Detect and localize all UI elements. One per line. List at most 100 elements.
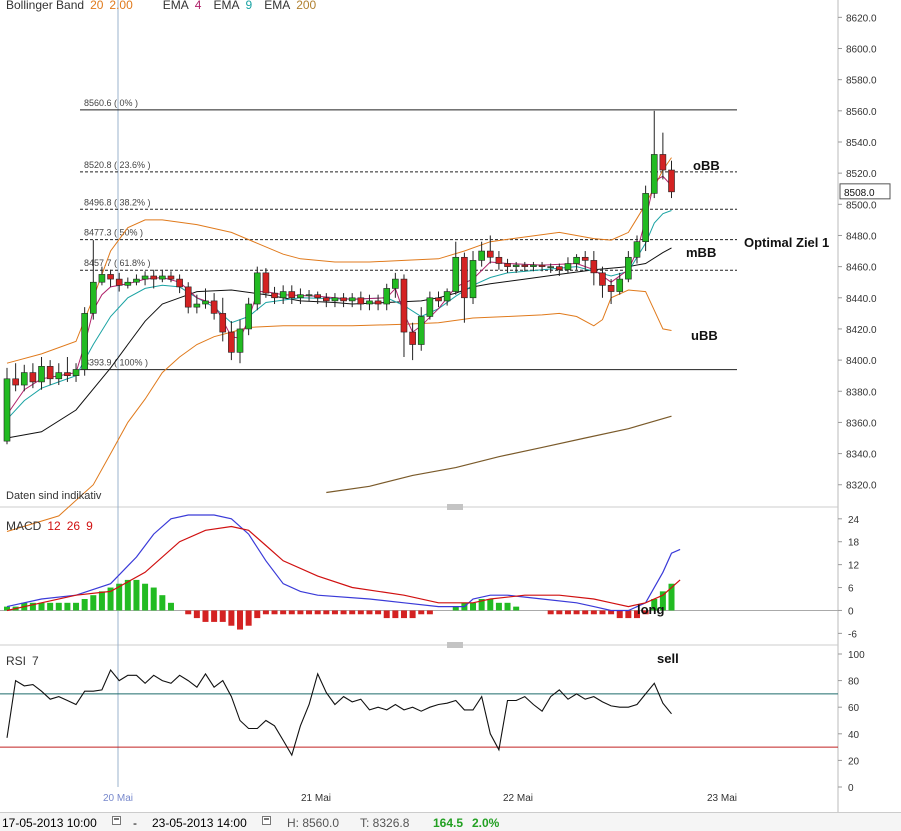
ema3-value: 200 [296,0,317,12]
ema9-line [6,210,672,420]
candle-body [547,266,554,268]
low-value: T: 8326.8 [360,816,410,830]
candle-body [538,264,546,267]
bollinger-lower-line [6,289,672,532]
macd-y-tick-label: 0 [848,606,854,617]
macd-histogram-bar [280,610,287,615]
candle-body [38,366,45,383]
macd-histogram-bar [73,602,80,611]
y-tick-label: 8620.0 [846,13,877,24]
candle-body [271,292,278,299]
bollinger-upper-line [6,157,672,364]
macd-histogram-bar [237,610,244,630]
macd-histogram-bar [202,610,209,622]
calendar-from-icon[interactable] [112,816,121,825]
range-from[interactable]: 17-05-2013 10:00 [2,816,97,830]
candle-body [348,297,356,302]
rsi-period: 7 [32,654,39,668]
candle-body [245,303,252,330]
macd-histogram-bar [495,602,502,611]
candle-body [20,372,28,386]
footer-bar: 17-05-2013 10:00 - 23-05-2013 14:00 H: 8… [0,812,901,831]
macd-histogram-bar [167,602,174,611]
macd-slow: 26 [66,519,81,533]
calendar-to-icon[interactable] [262,816,271,825]
candle-body [599,272,606,286]
candle-body [193,303,201,308]
candle-body [556,266,563,271]
candle-body [366,300,373,305]
macd-histogram-bar [219,610,226,622]
rsi-line [6,668,672,757]
candle-body [202,300,209,305]
macd-histogram-bar [392,610,399,619]
macd-histogram-bar [90,595,97,611]
candle-body [504,263,511,267]
macd-histogram-bar [564,610,571,615]
candle-body [417,316,425,345]
candle-body [331,297,339,302]
candle-body [400,278,408,333]
candle-body [107,274,114,280]
macd-histogram-bar [297,610,304,615]
macd-legend: MACD 12 26 9 [6,519,99,533]
y-tick-label: 8480.0 [846,231,877,242]
x-tick-label: 22 Mai [503,793,533,804]
macd-histogram-bar [340,610,347,615]
candle-body [98,274,106,283]
range-to[interactable]: 23-05-2013 14:00 [152,816,247,830]
macd-histogram-bar [211,610,218,622]
candle-body [323,297,330,302]
ubb-annotation: uBB [691,328,718,343]
macd-histogram-bar [590,610,597,615]
x-tick-label: 21 Mai [301,793,331,804]
macd-histogram-bar [573,610,580,615]
candle-body [314,294,321,299]
candle-body [392,278,399,289]
last-price-label: 8508.0 [844,188,875,199]
candle-body [616,278,624,292]
y-tick-label: 8380.0 [846,387,877,398]
ema200-line [326,415,672,494]
fib-level-label: 8477.3 ( 50% ) [84,228,143,238]
macd-histogram-bar [547,610,554,615]
macd-histogram-bar [582,610,589,615]
y-tick-label: 8560.0 [846,107,877,118]
candle-body [478,250,485,261]
candle-body [262,272,270,294]
candle-body [279,291,287,299]
x-tick-label: 23 Mai [707,793,737,804]
candle-body [581,256,589,261]
macd-histogram-bar [55,602,62,611]
y-tick-label: 8580.0 [846,76,877,87]
candle-body [228,331,235,353]
fib-level-label: 8457.7 ( 61.8% ) [84,258,151,268]
macd-histogram-bar [487,599,494,611]
fib-level-label: 8560.6 ( 0% ) [84,98,138,108]
candle-body [167,275,175,280]
candle-body [374,300,382,305]
candle-body [452,256,460,292]
candle-body [659,154,667,171]
indicative-note: Daten sind indikativ [6,490,102,502]
candle-body [650,154,658,194]
candle-body [357,297,365,305]
macd-y-tick-label: 6 [848,584,854,595]
ema1-value: 4 [194,0,202,12]
trading-chart[interactable]: 20 Mai 21 Mai 22 Mai 23 Mai 8320.0 8340.0 8360… [0,0,901,830]
macd-histogram-bar [150,587,157,611]
candle-body [46,366,54,380]
macd-histogram-bar [625,610,632,619]
macd-y-tick-label: 18 [848,538,860,549]
change-pct: 2.0% [472,816,500,830]
macd-histogram-bar [470,602,477,611]
macd-histogram-bar [375,610,382,615]
rsi-y-tick-label: 60 [848,703,860,714]
macd-histogram-bar [504,602,511,611]
rsi-y-tick-label: 20 [848,756,860,767]
candle-body [115,278,123,286]
macd-histogram-bar [271,610,278,615]
candle-body [141,275,149,280]
ema4-line [6,175,672,415]
candle-body [642,193,649,242]
